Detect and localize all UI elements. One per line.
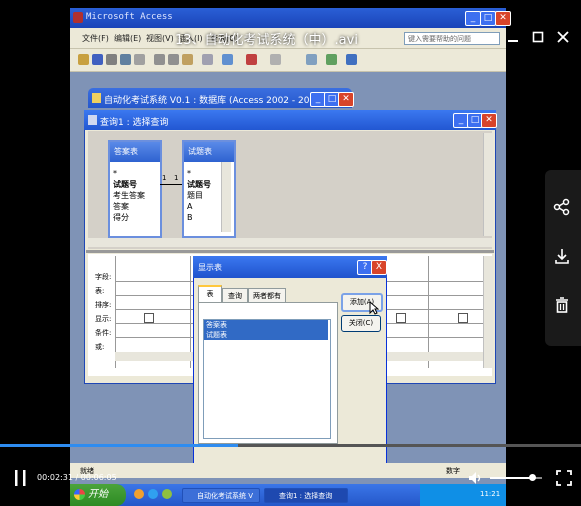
cut-icon[interactable] (154, 54, 165, 65)
save-icon[interactable] (92, 54, 103, 65)
taskbar-item-database[interactable]: 自动化考试系统 V (182, 488, 260, 503)
field-list-item[interactable]: * (110, 162, 160, 179)
mouse-cursor-icon (369, 301, 379, 315)
download-icon[interactable] (553, 247, 571, 265)
menu-edit[interactable]: 编辑(E) (114, 33, 141, 44)
menu-file[interactable]: 文件(F) (82, 33, 109, 44)
help-icon[interactable] (346, 54, 357, 65)
time-display: 00:02:31 / 00:06:05 (37, 473, 117, 482)
query-window-title-bar: 查询1 : 选择查询 _ □ ✕ (84, 110, 497, 130)
copy-icon[interactable] (168, 54, 179, 65)
system-tray: 11:21 (420, 484, 506, 506)
current-time: 00:02:31 (37, 473, 73, 482)
query-close-icon[interactable]: ✕ (481, 113, 497, 128)
totals-icon[interactable] (270, 54, 281, 65)
properties-icon[interactable] (306, 54, 317, 65)
access-title-bar: Microsoft Access _ □ ✕ (70, 8, 511, 28)
total-time: 00:06:05 (80, 473, 117, 482)
table-answers-title[interactable]: 答案表 (110, 142, 160, 162)
volume-icon[interactable] (467, 470, 483, 486)
view-icon[interactable] (78, 54, 89, 65)
close-button[interactable]: 关闭(C) (341, 315, 381, 332)
field-list-item[interactable]: 答案 (110, 201, 160, 212)
quicklaunch-icon[interactable] (134, 489, 144, 499)
show-checkbox[interactable] (458, 313, 468, 323)
access-maximize-icon[interactable]: □ (480, 11, 496, 26)
run-icon[interactable] (246, 54, 257, 65)
share-icon[interactable] (553, 198, 571, 216)
grid-row-label-show: 显示: (95, 315, 112, 323)
fullscreen-icon[interactable] (556, 470, 572, 486)
pane-splitter[interactable] (86, 250, 494, 253)
join-line[interactable] (160, 184, 182, 185)
minimize-icon[interactable] (506, 30, 520, 44)
list-item-answers[interactable]: 答案表 (204, 320, 328, 330)
show-checkbox[interactable] (396, 313, 406, 323)
access-close-icon[interactable]: ✕ (495, 11, 511, 26)
grid-row-label-criteria: 条件: (95, 329, 112, 337)
progress-fill (0, 444, 239, 447)
grid-row-label-or: 或: (95, 343, 105, 351)
access-window-title: Microsoft Access (86, 12, 173, 22)
menu-view[interactable]: 视图(V) (146, 33, 174, 44)
spell-icon[interactable] (134, 54, 145, 65)
upper-pane-vertical-scrollbar[interactable] (483, 133, 493, 236)
time-separator: / (75, 473, 79, 482)
preview-icon[interactable] (120, 54, 131, 65)
access-toolbar (70, 49, 506, 72)
show-checkbox[interactable] (144, 313, 154, 323)
grid-row-label-field: 字段: (95, 273, 112, 281)
close-icon[interactable] (556, 30, 570, 44)
access-app-icon (73, 12, 83, 23)
status-mode: 数字 (446, 467, 460, 475)
access-status-bar: 就绪 数字 (70, 463, 506, 478)
table-answers[interactable]: 答案表 * 试题号 考生答案 答案 得分 (108, 140, 162, 238)
database-icon (92, 93, 101, 103)
windows-logo-icon (74, 489, 85, 500)
grid-row-label-sort: 排序: (95, 301, 112, 309)
tab-queries[interactable]: 查询 (222, 288, 248, 303)
field-list-item[interactable]: 得分 (110, 212, 160, 223)
pause-icon[interactable] (13, 469, 29, 487)
taskbar-item-query[interactable]: 查询1 : 选择查询 (264, 488, 348, 503)
field-list-item[interactable]: 试题号 (110, 179, 160, 190)
video-title: 13、自动化考试系统（中）.avi (175, 33, 358, 48)
table-questions-scrollbar[interactable] (221, 162, 231, 232)
field-list-item[interactable]: 考生答案 (110, 190, 160, 201)
tray-clock: 11:21 (480, 490, 501, 498)
query-type-icon[interactable] (222, 54, 233, 65)
quicklaunch-icon[interactable] (148, 489, 158, 499)
volume-fill (490, 477, 532, 479)
quicklaunch-icon[interactable] (162, 489, 172, 499)
grid-row-label-table: 表: (95, 287, 105, 295)
access-minimize-icon[interactable]: _ (465, 11, 481, 26)
volume-knob[interactable] (528, 474, 536, 481)
build-icon[interactable] (326, 54, 337, 65)
show-table-dialog-title-bar: 显示表 ? X (193, 256, 387, 278)
undo-icon[interactable] (202, 54, 213, 65)
database-window-title-bar: 自动化考试系统 V0.1 : 数据库 (Access 2002 - 20... … (88, 88, 354, 108)
delete-icon[interactable] (553, 296, 571, 314)
join-right-label: 1 (174, 174, 179, 182)
upper-pane-horizontal-scrollbar[interactable] (88, 238, 492, 247)
print-icon[interactable] (106, 54, 117, 65)
paste-icon[interactable] (182, 54, 193, 65)
query-window-title: 查询1 : 选择查询 (100, 118, 169, 128)
tab-both[interactable]: 两者都有 (248, 288, 286, 303)
help-search-input[interactable]: 键入需要帮助的问题 (404, 32, 500, 45)
table-questions-title[interactable]: 试题表 (184, 142, 234, 162)
db-close-icon[interactable]: ✕ (338, 92, 354, 107)
database-window-title: 自动化考试系统 V0.1 : 数据库 (Access 2002 - 20... (104, 96, 319, 106)
join-left-label: 1 (162, 174, 167, 182)
query-icon (88, 115, 97, 125)
list-item-questions[interactable]: 试题表 (204, 330, 328, 340)
maximize-icon[interactable] (531, 30, 545, 44)
show-table-dialog-title: 显示表 (198, 263, 222, 272)
dialog-close-icon[interactable]: X (371, 260, 387, 275)
grid-vertical-scrollbar[interactable] (483, 256, 493, 368)
